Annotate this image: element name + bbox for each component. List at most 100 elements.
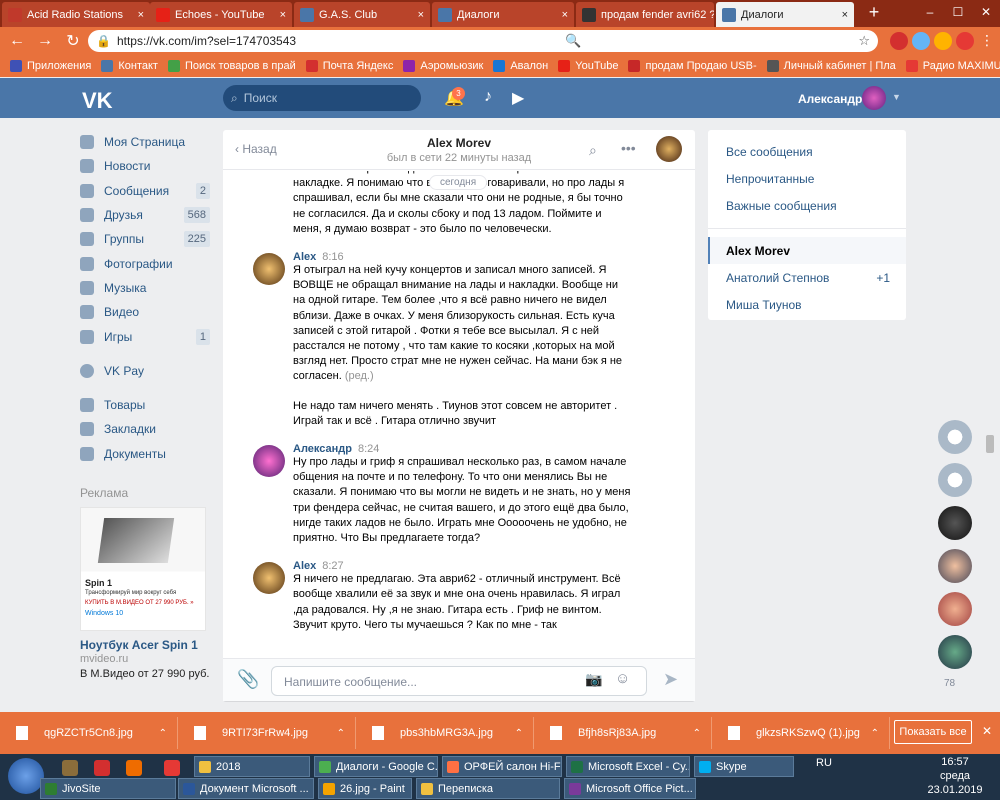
new-tab-button[interactable]: +	[862, 3, 886, 23]
taskbar-button[interactable]: Диалоги - Google C...	[314, 756, 438, 777]
bookmark-item[interactable]: Почта Яндекс	[305, 60, 393, 72]
dialog-item[interactable]: Alex Morev	[708, 236, 906, 265]
taskbar-button[interactable]: JivoSite	[40, 778, 176, 799]
extension-icon[interactable]	[956, 32, 974, 50]
quicklaunch-icon[interactable]	[126, 760, 142, 776]
sidebar-item[interactable]: Видео	[80, 300, 210, 324]
start-button[interactable]	[8, 758, 44, 794]
avatar[interactable]	[938, 506, 972, 540]
download-item[interactable]: 9RTI73FrRw4.jpg ⌃	[178, 717, 356, 749]
avatar[interactable]	[938, 463, 972, 497]
bookmark-item[interactable]: Авалон	[493, 60, 548, 72]
maximize-icon[interactable]: ☐	[944, 0, 972, 27]
browser-tab[interactable]: Acid Radio Stations ×	[2, 2, 150, 27]
download-item[interactable]: qgRZCTr5Cn8.jpg ⌃	[0, 717, 178, 749]
sidebar-item[interactable]: Игры 1	[80, 324, 210, 348]
sidebar-item[interactable]: Закладки	[80, 417, 210, 441]
browser-tab[interactable]: Echoes - YouTube ×	[150, 2, 292, 27]
address-bar[interactable]: 🔒 https://vk.com/im?sel=174703543 🔍 ☆	[88, 30, 878, 52]
more-dots-icon[interactable]: •••	[621, 140, 636, 156]
ad-image[interactable]: Spin 1 Трансформируй мир вокруг себя КУП…	[80, 507, 206, 631]
bookmark-item[interactable]: Аэромьюзик	[403, 60, 483, 72]
avatar[interactable]	[938, 420, 972, 454]
taskbar-button[interactable]: Переписка	[416, 778, 560, 799]
close-icon[interactable]: ×	[838, 9, 848, 21]
sidebar-item[interactable]: Фотографии	[80, 251, 210, 275]
scrollbar[interactable]	[986, 435, 994, 453]
bookmark-item[interactable]: Поиск товаров в прай	[167, 60, 296, 72]
avatar[interactable]	[938, 635, 972, 669]
filter-item[interactable]: Все сообщения	[708, 138, 906, 165]
chevron-up-icon[interactable]: ⌃	[337, 728, 345, 739]
taskbar-button[interactable]: 26.jpg - Paint	[318, 778, 412, 799]
avatar[interactable]	[253, 445, 285, 478]
avatar[interactable]	[253, 562, 285, 595]
minimize-icon[interactable]: –	[916, 0, 944, 27]
message-author[interactable]: Alex	[293, 251, 316, 263]
sidebar-item[interactable]: Товары	[80, 393, 210, 417]
taskbar-button[interactable]: Microsoft Office Pict...	[564, 778, 696, 799]
bookmark-item[interactable]: Личный кабинет | Пла	[766, 60, 896, 72]
filter-item[interactable]: Важные сообщения	[708, 193, 906, 220]
smile-icon[interactable]: ☺	[615, 670, 630, 687]
download-item[interactable]: pbs3hbMRG3A.jpg ⌃	[356, 717, 534, 749]
forward-arrow-icon[interactable]: →	[34, 32, 56, 50]
message-author[interactable]: Alex	[293, 560, 316, 572]
language-indicator[interactable]: RU	[816, 757, 832, 769]
browser-tab[interactable]: продам fender avri62 ?×	[576, 2, 714, 27]
avatar[interactable]	[938, 549, 972, 583]
ad-title[interactable]: Ноутбук Acer Spin 1	[80, 638, 198, 652]
chevron-up-icon[interactable]: ⌃	[693, 728, 701, 739]
bookmark-item[interactable]: YouTube	[558, 60, 618, 72]
browser-tab[interactable]: Диалоги ×	[716, 2, 854, 27]
clock[interactable]: 16:57 среда 23.01.2019	[920, 754, 990, 797]
chevron-up-icon[interactable]: ⌃	[159, 728, 167, 739]
vk-logo[interactable]: VK	[82, 88, 113, 114]
chevron-down-icon[interactable]: ▼	[892, 92, 901, 102]
music-icon[interactable]: ♪	[484, 88, 492, 106]
online-count[interactable]: 78	[944, 678, 976, 689]
filter-item[interactable]: Непрочитанные	[708, 165, 906, 192]
close-icon[interactable]: ×	[414, 9, 424, 21]
download-item[interactable]: glkzsRKSzwQ (1).jpg ⌃	[712, 717, 890, 749]
sidebar-item[interactable]: Новости	[80, 154, 210, 178]
sidebar-item[interactable]: Моя Страница	[80, 130, 210, 154]
close-window-icon[interactable]: ✕	[972, 0, 1000, 27]
back-arrow-icon[interactable]: ←	[6, 32, 28, 50]
avatar[interactable]	[938, 592, 972, 626]
user-name[interactable]: Александр	[798, 92, 862, 106]
close-icon[interactable]: ×	[134, 9, 144, 21]
camera-icon[interactable]: 📷	[585, 671, 602, 688]
avatar[interactable]	[253, 253, 285, 286]
zoom-icon[interactable]: 🔍	[565, 33, 581, 49]
chevron-up-icon[interactable]: ⌃	[515, 728, 523, 739]
sidebar-item[interactable]: Друзья 568	[80, 203, 210, 227]
message-author[interactable]: Александр	[293, 443, 352, 455]
extension-icon[interactable]	[890, 32, 908, 50]
taskbar-button[interactable]: Документ Microsoft ...	[178, 778, 314, 799]
taskbar-button[interactable]: Microsoft Excel - Су...	[566, 756, 690, 777]
sidebar-item[interactable]: Сообщения 2	[80, 179, 210, 203]
sidebar-item[interactable]: Музыка	[80, 276, 210, 300]
dialog-item[interactable]: Анатолий Степнов +1	[708, 264, 906, 291]
reload-icon[interactable]: ↻	[62, 31, 84, 51]
search-icon[interactable]: ⌕	[589, 142, 597, 159]
close-icon[interactable]: ×	[276, 9, 286, 21]
address-url[interactable]: https://vk.com/im?sel=174703543	[117, 34, 296, 48]
bookmark-item[interactable]: продам Продаю USB-	[628, 60, 757, 72]
browser-tab[interactable]: Диалоги ×	[432, 2, 574, 27]
quicklaunch-icon[interactable]	[62, 760, 78, 776]
download-item[interactable]: Bfjh8sRj83A.jpg ⌃	[534, 717, 712, 749]
play-icon[interactable]: ▶	[512, 88, 524, 108]
paperclip-icon[interactable]: 📎	[237, 669, 259, 690]
sidebar-item-vkpay[interactable]: VK Pay	[80, 359, 210, 383]
close-icon[interactable]: ✕	[982, 724, 992, 738]
vk-search-input[interactable]: ⌕ Поиск	[223, 85, 421, 111]
browser-tab[interactable]: G.A.S. Club ×	[294, 2, 430, 27]
taskbar-button[interactable]: 2018	[194, 756, 310, 777]
menu-dots-icon[interactable]: ⋮	[978, 32, 996, 50]
bookmark-item[interactable]: Радио MAXIMUM! ЕС/	[905, 60, 1000, 72]
quicklaunch-icon[interactable]	[94, 760, 110, 776]
taskbar-button[interactable]: ОРФЕЙ салон Hi-Fi ...	[442, 756, 562, 777]
bookmark-star-icon[interactable]: ☆	[858, 33, 870, 49]
